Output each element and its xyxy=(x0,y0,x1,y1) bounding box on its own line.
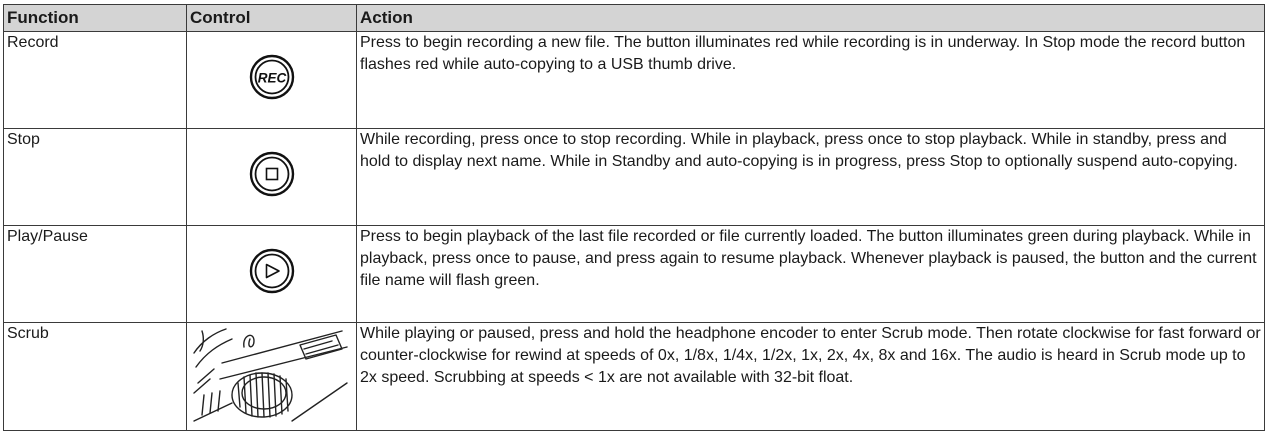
rec-button-icon: REC xyxy=(249,54,295,107)
control-cell xyxy=(186,322,357,431)
action-cell: While playing or paused, press and hold … xyxy=(356,322,1265,431)
action-cell: Press to begin recording a new file. The… xyxy=(356,31,1265,129)
headphone-encoder-illustration-icon xyxy=(192,323,352,430)
table-header-row: Function Control Action xyxy=(3,4,1265,32)
function-cell: Stop xyxy=(3,128,187,226)
header-function: Function xyxy=(3,4,187,32)
function-cell: Scrub xyxy=(3,322,187,431)
control-cell xyxy=(186,128,357,226)
table-row: Stop While recording, press once to stop… xyxy=(3,128,1265,226)
action-cell: Press to begin playback of the last file… xyxy=(356,225,1265,323)
function-control-table: Function Control Action Record REC Press… xyxy=(3,4,1265,431)
control-cell: REC xyxy=(186,31,357,129)
stop-button-icon xyxy=(249,151,295,204)
header-control: Control xyxy=(186,4,357,32)
play-button-icon xyxy=(249,248,295,301)
header-action: Action xyxy=(356,4,1265,32)
table-row: Record REC Press to begin recording a ne… xyxy=(3,31,1265,129)
rec-button-label: REC xyxy=(257,70,286,85)
action-cell: While recording, press once to stop reco… xyxy=(356,128,1265,226)
function-cell: Play/Pause xyxy=(3,225,187,323)
control-cell xyxy=(186,225,357,323)
function-cell: Record xyxy=(3,31,187,129)
table-row: Play/Pause Press to begin playback of th… xyxy=(3,225,1265,323)
table-row: Scrub While playing or paused, press and… xyxy=(3,322,1265,431)
